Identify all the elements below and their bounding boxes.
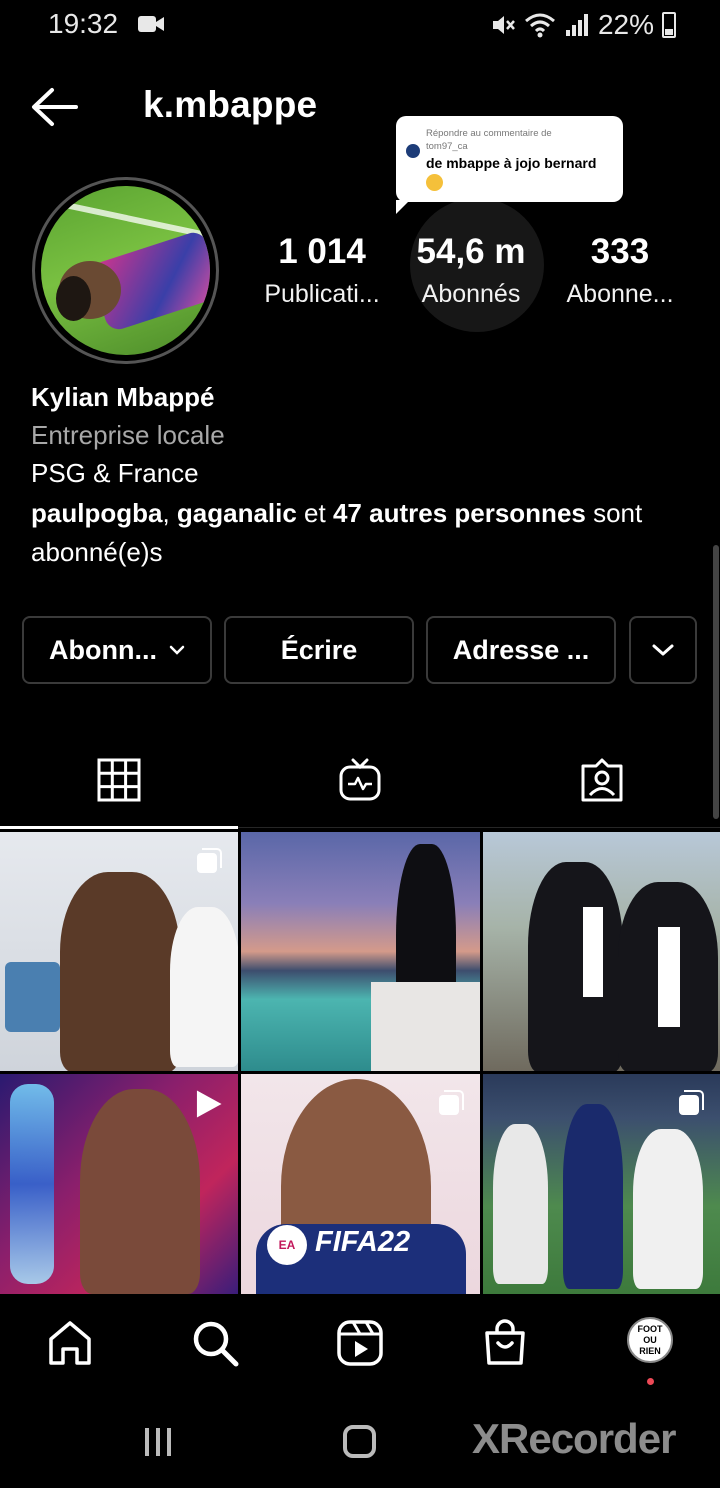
battery-percent: 22% bbox=[597, 9, 654, 40]
avatar-photo bbox=[41, 186, 210, 355]
carousel-icon bbox=[679, 1090, 704, 1115]
scrollbar[interactable] bbox=[713, 545, 719, 819]
followed-by-user-2[interactable]: gaganalic bbox=[177, 498, 297, 528]
notification-dot bbox=[647, 1378, 654, 1385]
posts-count-value: 1 014 bbox=[278, 232, 366, 271]
carousel-icon bbox=[439, 1090, 464, 1115]
followed-by[interactable]: paulpogba, gaganalic et 47 autres person… bbox=[31, 494, 691, 572]
fifa-overlay-text: FIFA22 bbox=[315, 1226, 411, 1258]
address-button[interactable]: Adresse ... bbox=[426, 616, 616, 684]
followed-by-separator: , bbox=[162, 498, 177, 528]
profile-full-name: Kylian Mbappé bbox=[31, 382, 215, 412]
reply-comment-text: de mbappe à jojo bernard bbox=[426, 155, 597, 171]
followers-count-label: Abonnés bbox=[421, 280, 521, 308]
commenter-avatar bbox=[406, 144, 420, 158]
reels-icon[interactable] bbox=[336, 1319, 384, 1367]
message-button-label: Écrire bbox=[280, 634, 358, 665]
battery-icon bbox=[662, 12, 676, 38]
back-arrow-icon[interactable] bbox=[30, 86, 78, 128]
followers-count-value: 54,6 m bbox=[416, 232, 526, 271]
grid-icon[interactable] bbox=[97, 758, 141, 802]
ea-sports-logo: EA bbox=[267, 1225, 307, 1265]
mute-icon bbox=[492, 16, 515, 34]
home-button-icon[interactable] bbox=[343, 1425, 376, 1458]
wifi-icon bbox=[524, 13, 555, 38]
recent-apps-icon[interactable] bbox=[142, 1426, 174, 1458]
following-count-value: 333 bbox=[590, 232, 650, 271]
posts-count[interactable]: 1 014 Publicati... bbox=[250, 232, 394, 309]
followers-count[interactable]: 54,6 m Abonnés bbox=[405, 232, 537, 309]
carousel-icon bbox=[197, 848, 222, 873]
profile-username: k.mbappe bbox=[143, 84, 318, 125]
post-thumbnail[interactable] bbox=[0, 1074, 238, 1294]
recorder-watermark: XRecorder bbox=[472, 1415, 676, 1462]
post-thumbnail[interactable] bbox=[483, 832, 720, 1071]
following-button[interactable]: Abonn... bbox=[22, 616, 212, 684]
suggestions-toggle-button[interactable] bbox=[629, 616, 697, 684]
shop-bag-icon[interactable] bbox=[481, 1319, 529, 1367]
signal-icon bbox=[565, 14, 588, 36]
post-thumbnail[interactable] bbox=[0, 832, 238, 1071]
message-button[interactable]: Écrire bbox=[224, 616, 414, 684]
following-count[interactable]: 333 Abonne... bbox=[556, 232, 684, 309]
reply-commenter: tom97_ca bbox=[426, 141, 468, 152]
chevron-down-icon bbox=[652, 644, 674, 656]
smirk-emoji-icon bbox=[426, 174, 443, 191]
reply-header: Répondre au commentaire de bbox=[426, 128, 552, 139]
status-right: 22% bbox=[490, 8, 676, 42]
profile-bio: PSG & France bbox=[31, 458, 199, 488]
chevron-down-icon bbox=[169, 645, 185, 655]
following-count-label: Abonne... bbox=[566, 280, 674, 308]
status-time: 19:32 bbox=[48, 8, 119, 39]
video-camera-icon bbox=[138, 16, 164, 32]
followed-by-and: et bbox=[296, 498, 333, 528]
play-icon bbox=[196, 1090, 222, 1118]
address-button-label: Adresse ... bbox=[452, 634, 590, 665]
tagged-icon[interactable] bbox=[580, 758, 624, 802]
status-bar: 19:32 22% bbox=[0, 0, 720, 50]
profile-tab-label: FOOT OU RIEN bbox=[637, 1323, 663, 1356]
profile-avatar[interactable] bbox=[32, 177, 219, 364]
active-tab-indicator bbox=[0, 826, 238, 829]
igtv-icon[interactable] bbox=[338, 758, 382, 802]
bottom-navigation: FOOT OU RIEN bbox=[0, 1295, 720, 1395]
home-icon[interactable] bbox=[46, 1319, 94, 1367]
post-thumbnail[interactable] bbox=[241, 832, 480, 1071]
system-navigation-bar: XRecorder bbox=[0, 1395, 720, 1488]
following-button-label: Abonn... bbox=[49, 634, 157, 665]
post-thumbnail[interactable]: EA FIFA22 bbox=[241, 1074, 480, 1294]
posts-count-label: Publicati... bbox=[264, 280, 380, 308]
followed-by-others[interactable]: 47 autres personnes bbox=[333, 498, 586, 528]
post-thumbnail[interactable] bbox=[483, 1074, 720, 1294]
profile-tab-avatar[interactable]: FOOT OU RIEN bbox=[627, 1317, 673, 1363]
tab-divider bbox=[238, 827, 720, 828]
search-icon[interactable] bbox=[191, 1319, 239, 1367]
followed-by-user-1[interactable]: paulpogba bbox=[31, 498, 162, 528]
profile-category: Entreprise locale bbox=[31, 420, 225, 450]
reply-comment-sticker[interactable]: Répondre au commentaire de tom97_ca de m… bbox=[396, 116, 623, 214]
